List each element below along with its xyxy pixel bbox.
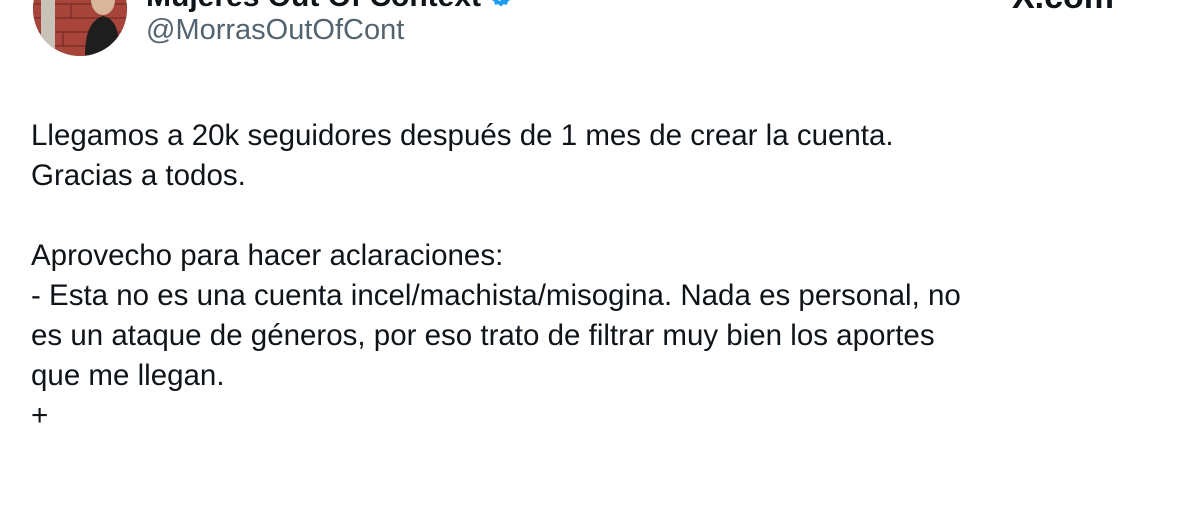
source-logo: X.com: [1012, 0, 1114, 14]
author-handle[interactable]: @MorrasOutOfCont: [146, 12, 404, 48]
tweet-text: Llegamos a 20k seguidores después de 1 m…: [31, 116, 1151, 436]
tweet-card: Mujeres Out Of Context @MorrasOutOfCont …: [0, 0, 1200, 531]
display-name-row[interactable]: Mujeres Out Of Context: [146, 0, 513, 12]
verified-badge-icon: [489, 0, 513, 9]
tweet-paragraph: Llegamos a 20k seguidores después de 1 m…: [31, 119, 894, 192]
display-name[interactable]: Mujeres Out Of Context: [146, 0, 481, 12]
tweet-paragraph: Aprovecho para hacer aclaraciones: - Est…: [31, 239, 961, 432]
avatar[interactable]: [33, 0, 127, 56]
